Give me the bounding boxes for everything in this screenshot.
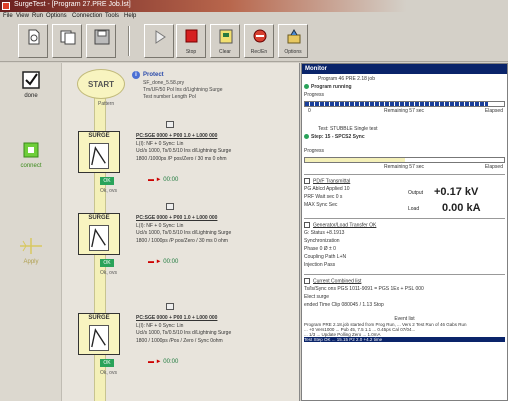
counters-group: Current Combined list Ts/ls/Sync ons PGS…: [304, 278, 424, 308]
menu-tools[interactable]: Tools: [105, 13, 119, 19]
menu-file[interactable]: File: [3, 13, 13, 19]
surge-block[interactable]: SURGE: [78, 213, 120, 255]
save-button[interactable]: [86, 24, 116, 58]
monitor-panel: Monitor Program 46 PRE 2.18 job Program …: [301, 63, 508, 401]
surge-step-1[interactable]: SURGE OK Ok, ovs PC:SGE 0000 + P00 1.0 +…: [62, 121, 299, 203]
step-check: Ok, ovs: [100, 270, 117, 276]
menu-connection[interactable]: Connection: [72, 13, 102, 19]
rail-item-done[interactable]: done: [6, 71, 56, 99]
step-check: Ok, ovs: [100, 188, 117, 194]
start-sublabel: Pattern: [98, 101, 115, 107]
workspace: done connect Apply START Pattern i Protec…: [0, 63, 300, 401]
options-button[interactable]: Options: [278, 24, 308, 58]
running-indicator: [304, 84, 309, 90]
clear-icon: [219, 29, 233, 44]
current-readout: 0.00 kA: [442, 202, 481, 214]
surge-block[interactable]: SURGE: [78, 313, 120, 355]
copy-button[interactable]: [52, 24, 82, 58]
connect-icon: [23, 142, 39, 158]
toolbar: Stop Clear Rec/En Options: [0, 22, 508, 62]
surge-step-2[interactable]: SURGE OK Ok, ovs PC:SGE 0000 + P00 1.0 +…: [62, 203, 299, 285]
rail-item-connect[interactable]: connect: [6, 141, 56, 169]
status-group: Generator/Load Transfer OK G: Status +8.…: [304, 222, 377, 268]
surge-waveform-icon: [89, 325, 109, 351]
title-bar: SurgeTest - [Program 27.PRE Job.lst]: [0, 0, 508, 12]
clear-button[interactable]: Clear: [210, 24, 240, 58]
surge-waveform-icon: [89, 143, 109, 169]
menu-run[interactable]: Run: [32, 13, 43, 19]
surge-waveform-icon: [89, 225, 109, 251]
step-progress-bar: [304, 157, 505, 163]
step-details: PC:SGE 0000 + P00 1.0 + L000 000 L(I): N…: [136, 215, 232, 244]
counters-checkbox[interactable]: [304, 278, 310, 284]
arrow-icon: ▬ ►: [148, 359, 164, 365]
toolbar-separator: [128, 26, 130, 56]
program-progress-bar: [304, 101, 505, 107]
step-indicator: [304, 134, 309, 140]
app-icon: [2, 2, 10, 10]
copy-icon: [60, 30, 76, 45]
status-badge: OK: [100, 259, 114, 267]
start-node[interactable]: START: [77, 69, 125, 99]
surge-block[interactable]: SURGE: [78, 131, 120, 173]
divider: [304, 274, 505, 275]
tools-icon: [287, 29, 301, 44]
play-icon: [155, 30, 166, 44]
step-transition: ▬ ► 00:00: [148, 359, 179, 365]
stop-button[interactable]: Stop: [176, 24, 206, 58]
record-icon: [253, 29, 267, 43]
divider: [304, 174, 505, 175]
record-button[interactable]: Rec/En: [244, 24, 274, 58]
step-group: Test: STUBBLE Single test Step: 15 - SPC…: [304, 126, 505, 170]
stop-icon: [185, 29, 198, 43]
start-line: Tm/UF/50 Pol Ins d/Lightning Surge: [143, 87, 223, 93]
menu-help[interactable]: Help: [124, 13, 136, 19]
step-marker-icon: [166, 203, 174, 210]
measurement-group: PD/F Transmittal PG Ablcd Applied 10 PRF…: [304, 178, 481, 214]
measure-checkbox[interactable]: [304, 178, 310, 184]
checkbox-icon: [22, 71, 40, 89]
start-title: Protect: [143, 72, 164, 78]
progress-fill: [305, 102, 489, 106]
program-group: Program 46 PRE 2.18 job Program running …: [304, 76, 505, 114]
status-badge: OK: [100, 177, 114, 185]
step-marker-icon: [166, 303, 174, 310]
info-icon: i: [132, 71, 140, 79]
surge-step-3[interactable]: SURGE OK Ok, ovs PC:SGE 0000 + P00 1.0 +…: [62, 303, 299, 385]
step-transition: ▬ ► 00:00: [148, 259, 179, 265]
step-transition: ▬ ► 00:00: [148, 177, 179, 183]
menu-options[interactable]: Options: [46, 13, 67, 19]
event-log[interactable]: Event list Program PRE 2.18.job started …: [304, 316, 505, 342]
arrow-icon: ▬ ►: [148, 177, 164, 183]
voltage-readout: +0.17 kV: [434, 186, 479, 198]
run-button[interactable]: [144, 24, 174, 58]
crosshair-icon: [20, 238, 42, 254]
step-marker-icon: [166, 121, 174, 128]
start-info: i Protect SF_done_5.58.pry Tm/UF/50 Pol I…: [132, 71, 292, 100]
start-line: SF_done_5.58.pry: [143, 80, 185, 86]
tool-rail: done connect Apply: [0, 63, 62, 401]
arrow-icon: ▬ ►: [148, 259, 164, 265]
step-details: PC:SGE 0000 + P00 1.0 + L000 000 L(I): N…: [136, 315, 232, 344]
menu-bar: File View Run Options Connection Tools H…: [0, 12, 508, 22]
rail-item-apply[interactable]: Apply: [6, 237, 56, 265]
window-title: SurgeTest - [Program 27.PRE Job.lst]: [14, 1, 131, 8]
step-details: PC:SGE 0000 + P00 1.0 + L000 000 L(I): N…: [136, 133, 232, 162]
step-check: Ok, ovs: [100, 370, 117, 376]
start-line: Test number Length Pol: [143, 94, 196, 100]
disk-icon: [94, 29, 110, 45]
menu-view[interactable]: View: [16, 13, 29, 19]
progress-fill: [305, 158, 405, 162]
panel-title: Monitor: [302, 64, 507, 74]
new-button[interactable]: [18, 24, 48, 58]
document-icon: [28, 29, 40, 45]
divider: [304, 218, 505, 219]
status-badge: OK: [100, 359, 114, 367]
log-row-selected[interactable]: Test Step OK ... 15.15 P2 2.0 +4.2 time: [304, 337, 505, 342]
status-checkbox[interactable]: [304, 222, 310, 228]
